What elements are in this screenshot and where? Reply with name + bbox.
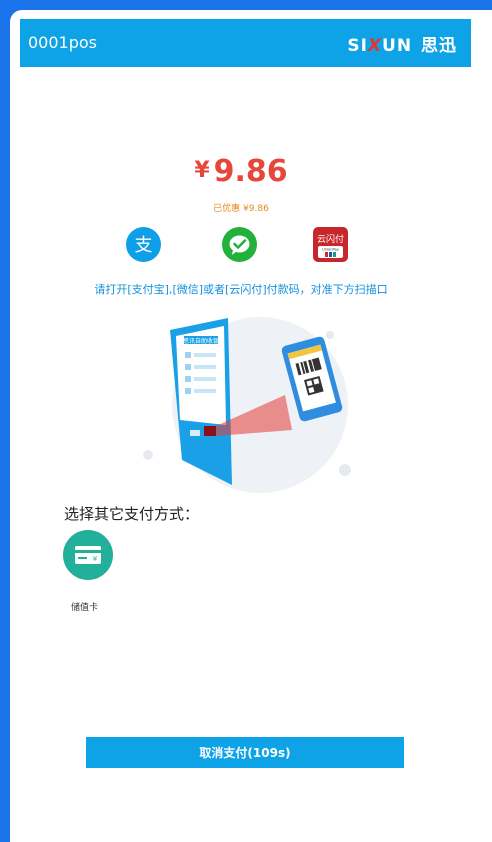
svg-text:¥: ¥ bbox=[93, 555, 98, 563]
amount-value: 9.86 bbox=[213, 154, 288, 189]
scan-illustration: 思讯自助收银 bbox=[143, 317, 351, 493]
other-methods-label: 选择其它支付方式： bbox=[64, 505, 200, 523]
wechat-pay-icon[interactable] bbox=[222, 227, 257, 262]
header-bar: 0001pos SIXUN 思迅 bbox=[20, 19, 471, 67]
alipay-icon[interactable]: 支 bbox=[126, 227, 161, 262]
unionpay-icon[interactable]: 云闪付 UnionPay bbox=[313, 227, 348, 262]
discount-text: 已优惠 ¥9.86 bbox=[213, 204, 269, 214]
brand-cn: 思迅 bbox=[421, 36, 457, 56]
cancel-payment-button[interactable]: 取消支付(109s) bbox=[86, 737, 404, 768]
scan-instruction: 请打开[支付宝],[微信]或者[云闪付]付款码，对准下方扫描口 bbox=[94, 283, 388, 296]
brand-logo: SIXUN 思迅 bbox=[347, 31, 457, 56]
kiosk-title: 思讯自助收银 bbox=[183, 337, 219, 345]
stored-value-card-label: 储值卡 bbox=[71, 603, 99, 613]
unionpay-text: 云闪付 bbox=[317, 234, 344, 245]
stored-value-card-icon[interactable]: ¥ bbox=[63, 530, 113, 580]
brand-prefix: SI bbox=[347, 36, 368, 56]
alipay-glyph: 支 bbox=[135, 235, 153, 256]
brand-suffix: UN bbox=[382, 36, 413, 56]
payment-amount: ¥9.86 bbox=[0, 154, 482, 189]
currency-symbol: ¥ bbox=[194, 158, 210, 183]
unionpay-sub: UnionPay bbox=[322, 248, 340, 252]
brand-x: X bbox=[367, 36, 383, 56]
header-title: 0001pos bbox=[28, 33, 97, 52]
